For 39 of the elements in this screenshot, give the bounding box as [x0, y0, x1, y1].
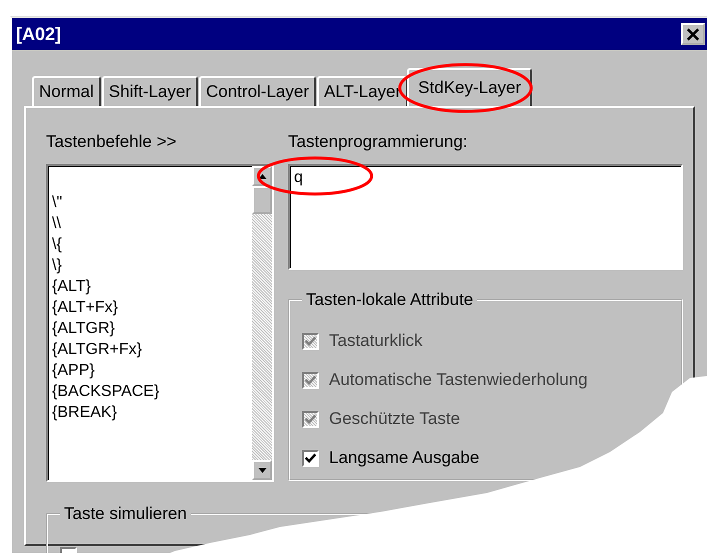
list-item[interactable]: {ALT}: [52, 276, 252, 297]
group-title: Tasten-lokale Attribute: [305, 290, 474, 310]
scroll-down-button[interactable]: [252, 460, 272, 480]
tab[interactable]: Normal: [32, 76, 101, 106]
list-item[interactable]: {ALTGR+Fx}: [52, 339, 252, 360]
checkbox-label: Geschützte Taste: [329, 409, 460, 429]
group-title: Taste simulieren: [63, 504, 188, 524]
tab[interactable]: Control-Layer: [199, 76, 316, 106]
check-mark-icon: [305, 414, 316, 424]
list-item[interactable]: \}: [52, 255, 252, 276]
down-arrow-icon: [258, 468, 266, 472]
checkbox-label: Tastaturklick: [329, 331, 423, 351]
command-list[interactable]: \" \\ \{ \} {ALT} {ALT+Fx} {ALTGR} {ALTGR+Fx} {APP} {BACKSPACE} {BREAK}: [46, 164, 274, 482]
tab[interactable]: ALT-Layer: [317, 76, 408, 106]
tab[interactable]: StdKey-Layer: [407, 68, 532, 106]
list-item[interactable]: {APP}: [52, 360, 252, 381]
list-item[interactable]: \": [52, 192, 252, 213]
scroll-thumb[interactable]: [252, 186, 272, 214]
tab[interactable]: Shift-Layer: [102, 76, 198, 106]
list-item[interactable]: \{: [52, 234, 252, 255]
close-icon: [686, 28, 700, 40]
close-button[interactable]: [681, 23, 705, 45]
checkbox-label: Langsame Ausgabe: [329, 448, 480, 468]
check-mark-icon: [305, 374, 316, 386]
up-arrow-icon: [258, 174, 266, 178]
check-mark-icon: [305, 336, 316, 346]
checkbox-label: Automatische Tastenwiederholung: [329, 370, 588, 390]
key-programming-field[interactable]: q: [288, 164, 683, 270]
field-label: Tastenprogrammierung:: [288, 132, 469, 152]
list-label: Tastenbefehle >>: [46, 132, 178, 152]
window-title: [A02]: [16, 24, 62, 44]
list-item[interactable]: {BREAK}: [52, 402, 252, 423]
checkbox[interactable]: [302, 450, 319, 466]
list-item[interactable]: \\: [52, 213, 252, 234]
scrollbar[interactable]: [252, 166, 272, 480]
list-item[interactable]: {ALT+Fx}: [52, 297, 252, 318]
check-mark-icon: [305, 452, 316, 464]
list-item[interactable]: {ALTGR}: [52, 318, 252, 339]
list-item[interactable]: {BACKSPACE}: [52, 381, 252, 402]
